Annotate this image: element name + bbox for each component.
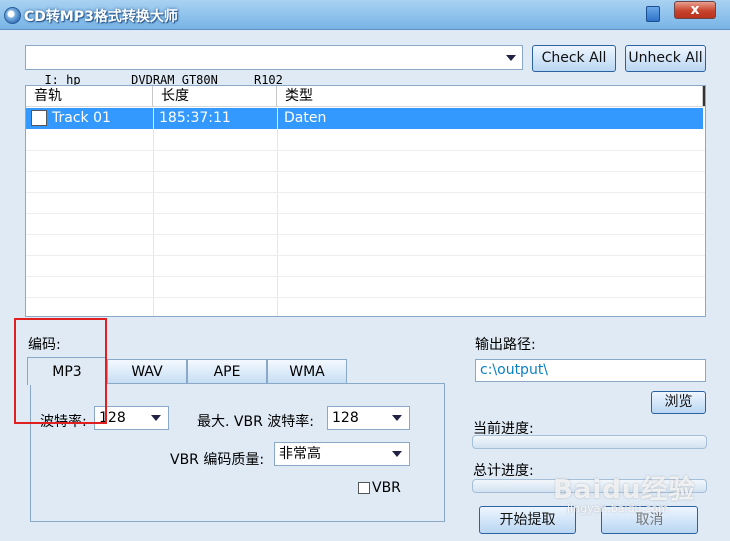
track-list[interactable]: 音轨 长度 类型 Track 01 185:37:11 Daten [25,85,706,317]
max-vbr-value: 128 [332,410,359,426]
grid-line [26,234,705,235]
grid-line [26,171,705,172]
uncheck-all-button[interactable]: Unheck All [625,45,706,72]
vbr-checkbox-label: VBR [372,480,401,496]
column-header-track[interactable]: 音轨 [26,86,153,107]
tab-wma[interactable]: WMA [267,359,347,383]
title-bar: CD转MP3格式转换大师 x [0,0,730,30]
check-all-button[interactable]: Check All [532,45,616,72]
grid-line [26,276,705,277]
window-title: CD转MP3格式转换大师 [24,9,178,25]
vbr-quality-label: VBR 编码质量: [170,452,265,468]
highlight-box [14,318,107,424]
tray-icon[interactable] [646,6,660,22]
total-progress-label: 总计进度: [473,463,534,479]
chevron-down-icon[interactable] [387,407,409,429]
grid-line [26,192,705,193]
vbr-quality-value: 非常高 [279,446,321,462]
browse-button[interactable]: 浏览 [651,391,706,414]
baidu-watermark-url: jingyan.baidu.com [567,502,669,515]
grid-line [26,255,705,256]
list-scroll-edge [703,86,705,107]
track-checkbox[interactable] [31,110,47,126]
grid-line [26,213,705,214]
max-vbr-select[interactable]: 128 [327,406,410,430]
track-name: Track 01 [52,110,111,126]
vbr-quality-select[interactable]: 非常高 [274,442,410,466]
column-header-type[interactable]: 类型 [277,86,703,107]
start-extract-button[interactable]: 开始提取 [479,506,576,534]
track-length: 185:37:11 [159,110,231,126]
drive-select[interactable]: I: hp DVDRAM GT80N R102 [25,45,523,87]
output-path-label: 输出路径: [475,337,536,353]
current-progress-bar [472,435,707,449]
cd-app-icon [4,7,21,24]
table-row[interactable]: Track 01 185:37:11 Daten [26,108,703,129]
max-vbr-label: 最大. VBR 波特率: [197,414,314,430]
chevron-down-icon[interactable] [500,46,522,69]
tab-ape[interactable]: APE [187,359,267,383]
close-button[interactable]: x [674,1,716,19]
chevron-down-icon[interactable] [146,407,168,429]
tab-wav[interactable]: WAV [107,359,187,383]
vbr-checkbox[interactable] [358,482,370,494]
track-type: Daten [284,110,327,126]
grid-line [26,297,705,298]
baidu-watermark: Baidu经验 [553,475,696,505]
output-path-field[interactable]: c:\output\ [475,359,706,382]
grid-line [26,150,705,151]
column-header-length[interactable]: 长度 [153,86,277,107]
chevron-down-icon[interactable] [387,443,409,465]
